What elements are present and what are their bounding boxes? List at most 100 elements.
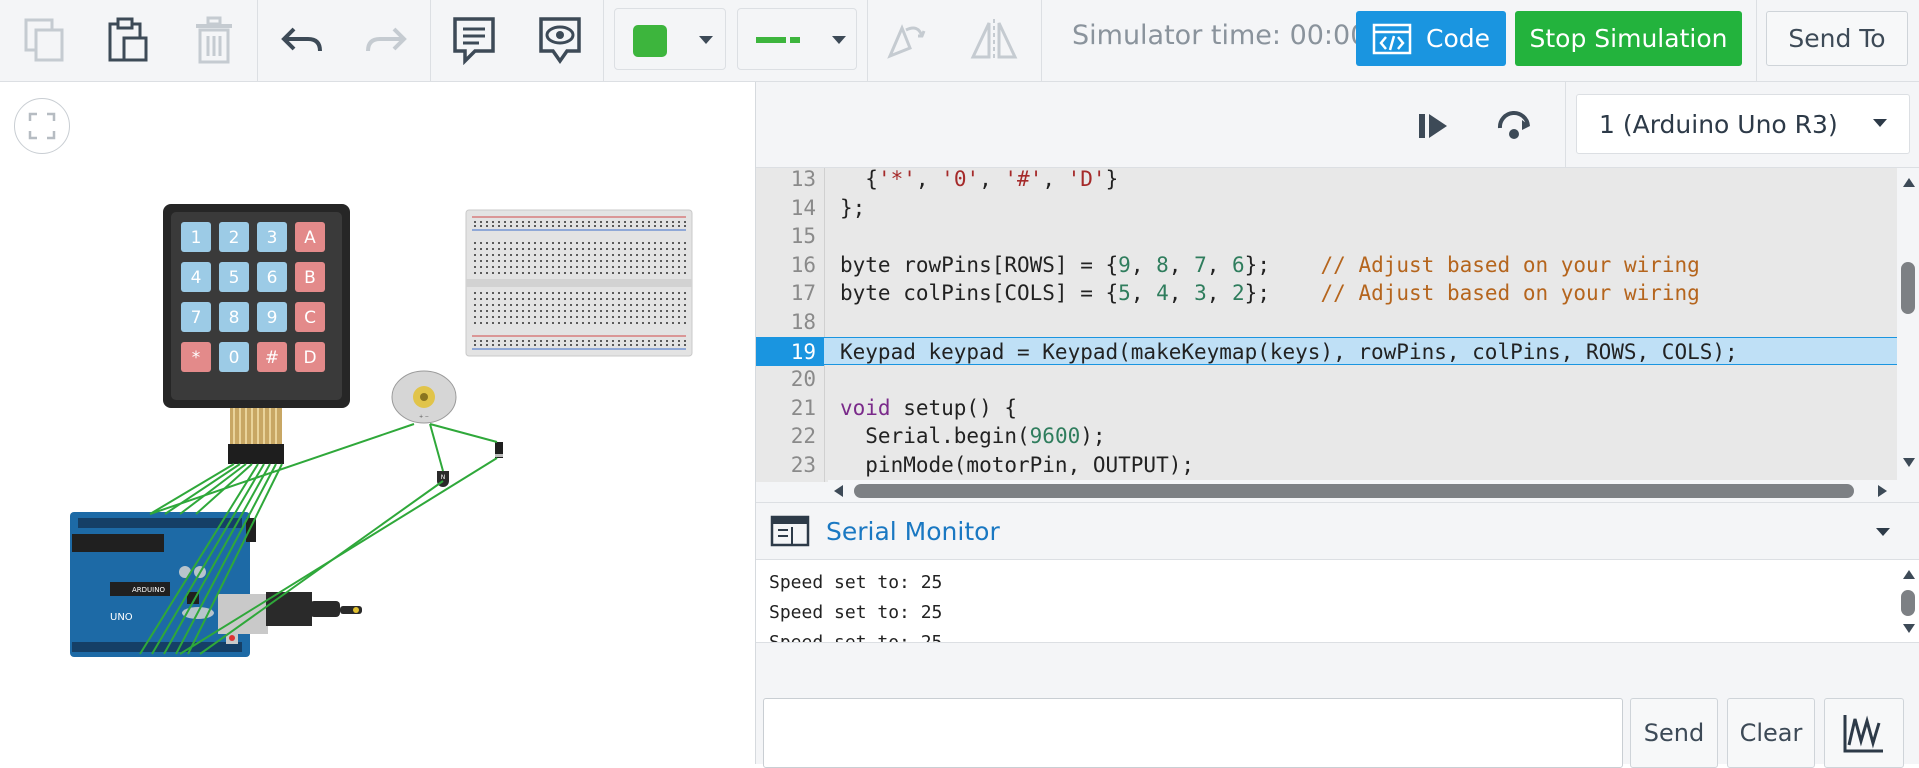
line-number[interactable]: 22 — [756, 422, 816, 450]
keypad-key-label: C — [304, 308, 316, 328]
line-number[interactable]: 20 — [756, 365, 816, 393]
code-line[interactable]: 14}; — [756, 194, 1897, 222]
wire — [429, 423, 498, 443]
chevron-down-icon — [699, 36, 713, 44]
svg-text:+ −: + − — [419, 414, 429, 420]
code-panel: 1 (Arduino Uno R3) 13 {'*', '0', '#', 'D… — [756, 82, 1919, 764]
serial-monitor-header[interactable]: Serial Monitor — [756, 502, 1919, 560]
keypad-key-label: 0 — [229, 348, 240, 368]
code-button[interactable]: Code — [1356, 11, 1506, 66]
diode-component — [495, 442, 503, 458]
chevron-down-icon[interactable] — [1876, 528, 1890, 536]
code-line[interactable]: 17 byte colPins[COLS] = {5, 4, 3, 2}; // … — [756, 279, 1897, 307]
keypad-key-label: * — [192, 348, 201, 368]
redo-icon[interactable] — [358, 12, 414, 68]
paste-icon[interactable] — [100, 12, 156, 68]
serial-monitor-output: Speed set to: 25 Speed set to: 25 Speed se… — [756, 560, 1897, 642]
scroll-right-icon[interactable] — [1878, 485, 1887, 497]
editor-horizontal-scrollbar[interactable] — [828, 480, 1897, 502]
svg-text:UNO: UNO — [110, 612, 133, 623]
board-select[interactable]: 1 (Arduino Uno R3) — [1576, 94, 1910, 154]
code-line[interactable]: 18 — [756, 308, 1897, 336]
wire — [164, 463, 241, 515]
line-number[interactable]: 14 — [756, 194, 816, 222]
serial-monitor-title: Serial Monitor — [826, 517, 1000, 546]
line-number[interactable]: 16 — [756, 251, 816, 279]
code-line[interactable]: 15 — [756, 222, 1897, 250]
svg-text:ARDUINO: ARDUINO — [132, 586, 165, 594]
code-line[interactable]: 22 Serial.begin(9600); — [756, 422, 1897, 450]
line-number[interactable]: 23 — [756, 451, 816, 479]
waveform-icon — [1843, 715, 1883, 753]
code-button-label: Code — [1426, 24, 1491, 53]
flip-icon[interactable] — [966, 12, 1022, 68]
scroll-down-icon[interactable] — [1903, 458, 1915, 467]
code-line[interactable]: 13 {'*', '0', '#', 'D'} — [756, 168, 1897, 193]
plotter-toggle-button[interactable] — [1824, 698, 1904, 768]
keypad-key-label: 8 — [229, 308, 240, 328]
code-icon — [1372, 23, 1412, 54]
line-style-dropdown[interactable] — [737, 8, 857, 70]
simulator-time: Simulator time: 00:00 — [1072, 20, 1362, 51]
code-line[interactable]: 16 byte rowPins[ROWS] = {9, 8, 7, 6}; // … — [756, 251, 1897, 279]
visibility-icon[interactable] — [532, 12, 588, 68]
line-number[interactable]: 13 — [756, 168, 816, 193]
keypad-key-label: 1 — [191, 228, 202, 248]
code-editor[interactable]: 13 {'*', '0', '#', 'D'} 14}; 15 16 byte rowP… — [756, 168, 1897, 482]
serial-vertical-scrollbar[interactable] — [1897, 560, 1919, 642]
scroll-up-icon[interactable] — [1903, 570, 1915, 579]
serial-input-field[interactable] — [763, 698, 1623, 768]
code-line[interactable]: 20 — [756, 365, 1897, 393]
chevron-down-icon — [1873, 119, 1887, 127]
scroll-left-icon[interactable] — [834, 485, 843, 497]
line-number[interactable]: 21 — [756, 394, 816, 422]
arduino-uno-component: UNO ARDUINO — [70, 512, 362, 657]
keypad-key-label: 4 — [191, 268, 202, 288]
editor-vertical-scrollbar[interactable] — [1897, 168, 1919, 482]
scrollbar-thumb[interactable] — [1901, 590, 1915, 616]
main-toolbar: Simulator time: 00:00 Code Stop Simulati… — [0, 0, 1919, 82]
serial-output-line: Speed set to: 25 — [769, 572, 943, 593]
keypad-component: 1 2 3 A 4 5 6 B 7 8 9 C * 0 # D — [163, 204, 350, 464]
color-picker-dropdown[interactable] — [614, 8, 726, 70]
color-swatch — [633, 25, 667, 57]
step-forward-icon[interactable] — [1410, 102, 1458, 150]
circuit-drawing: 1 2 3 A4 5 6 B7 8 9 C* 0 # D + − N UNO A… — [70, 204, 693, 657]
serial-monitor-icon — [770, 515, 810, 547]
step-over-icon[interactable] — [1490, 102, 1538, 150]
undo-icon[interactable] — [274, 12, 330, 68]
line-number[interactable]: 24 — [756, 480, 816, 483]
line-number[interactable]: 17 — [756, 279, 816, 307]
scroll-up-icon[interactable] — [1903, 178, 1915, 187]
scroll-down-icon[interactable] — [1903, 624, 1915, 633]
notes-icon[interactable] — [446, 12, 502, 68]
code-line[interactable]: 21 void setup() { — [756, 394, 1897, 422]
board-select-value: 1 (Arduino Uno R3) — [1599, 109, 1838, 139]
keypad-key-label: 2 — [229, 228, 240, 248]
code-text: void setup() { — [840, 395, 1018, 420]
wire — [179, 463, 247, 515]
serial-output-line: Speed set to: 25 — [769, 628, 942, 642]
line-number[interactable]: 15 — [756, 222, 816, 250]
rotate-icon[interactable] — [878, 12, 934, 68]
clear-button[interactable]: Clear — [1727, 698, 1815, 768]
send-to-button[interactable]: Send To — [1766, 11, 1908, 66]
svg-text:N: N — [441, 474, 446, 481]
stop-simulation-button[interactable]: Stop Simulation — [1515, 11, 1742, 66]
code-line[interactable]: 19 Keypad keypad = Keypad(makeKeymap(keys… — [756, 336, 1897, 366]
send-button[interactable]: Send — [1630, 698, 1718, 768]
line-number[interactable]: 19 — [756, 337, 824, 366]
copy-icon[interactable] — [16, 12, 72, 68]
keypad-key-label: A — [304, 228, 316, 248]
dc-motor-component: + − — [391, 370, 457, 424]
code-line[interactable]: 23 pinMode(motorPin, OUTPUT); — [756, 451, 1897, 479]
code-text: byte rowPins[ROWS] = {9, 8, 7, 6}; // Ad… — [840, 252, 1700, 277]
delete-icon[interactable] — [186, 12, 242, 68]
code-text: byte colPins[COLS] = {5, 4, 3, 2}; // Ad… — [840, 281, 1700, 306]
wire — [429, 423, 444, 472]
scrollbar-thumb[interactable] — [854, 484, 1854, 498]
circuit-canvas[interactable]: 1 2 3 A 4 5 6 B 7 8 9 C * 0 # D + − N UN… — [0, 82, 755, 764]
keypad-key-label: 3 — [267, 228, 278, 248]
scrollbar-thumb[interactable] — [1901, 262, 1915, 314]
line-number[interactable]: 18 — [756, 308, 816, 336]
